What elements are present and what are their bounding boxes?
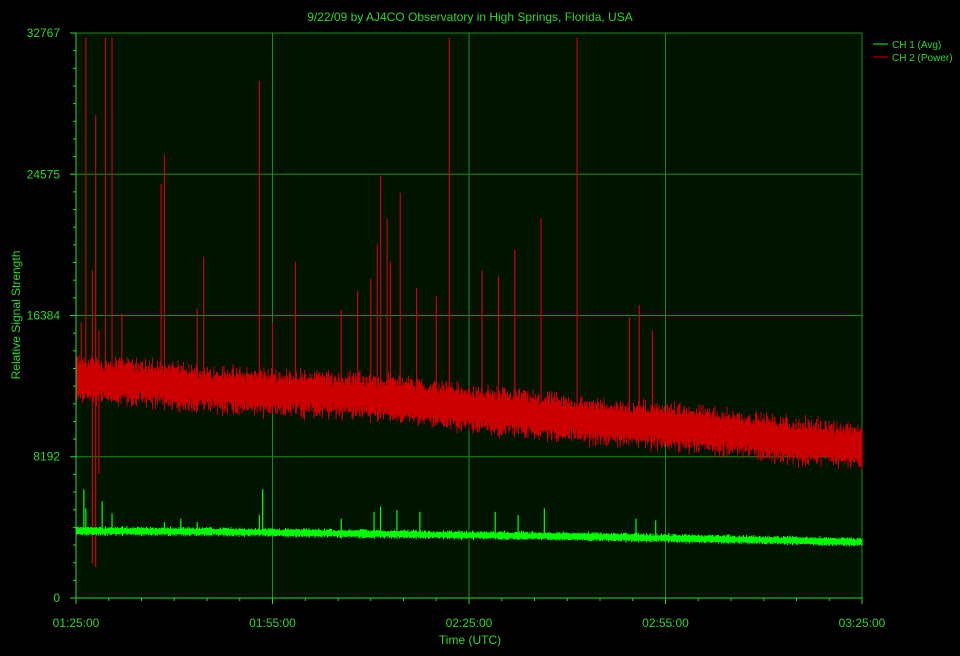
x-tick-label: 03:25:00 [839, 616, 886, 630]
y-tick-label: 16384 [27, 308, 61, 322]
x-tick-label: 01:25:00 [53, 616, 100, 630]
x-tick-label: 01:55:00 [249, 616, 296, 630]
x-axis-label: Time (UTC) [439, 633, 501, 647]
x-tick-label: 02:25:00 [446, 616, 493, 630]
legend-label-ch2: CH 2 (Power) [892, 53, 953, 64]
y-tick-label: 32767 [27, 26, 61, 40]
y-tick-label: 0 [53, 591, 60, 605]
y-tick-label: 8192 [33, 450, 60, 464]
chart-canvas: 01:25:00 01:55:00 02:25:00 02:55:00 03:25:00… [0, 0, 960, 656]
y-tick-label: 24575 [27, 167, 61, 181]
legend-label-ch1: CH 1 (Avg) [892, 40, 941, 51]
y-axis-label: Relative Signal Strength [9, 251, 23, 380]
chart-title: 9/22/09 by AJ4CO Observatory in High Spr… [307, 10, 632, 24]
x-tick-label: 02:55:00 [642, 616, 689, 630]
